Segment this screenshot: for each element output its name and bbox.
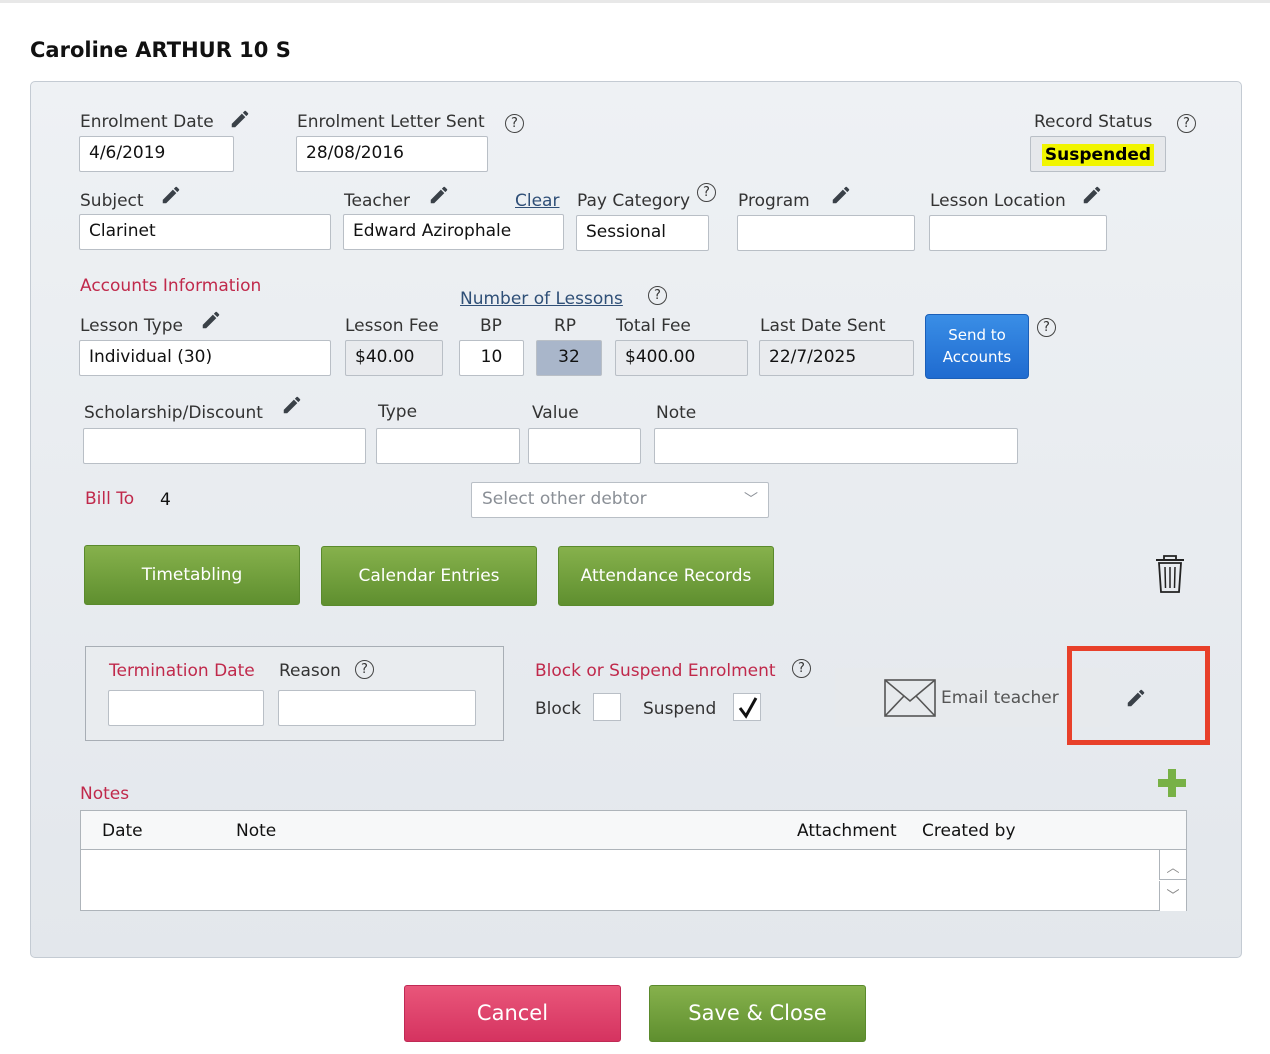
pencil-icon[interactable] [830,184,852,206]
discount-note-field[interactable] [654,428,1018,464]
pay-category-field[interactable]: Sessional [576,215,709,251]
termination-reason-field[interactable] [278,690,476,726]
send-to-accounts-button[interactable]: Send to Accounts [925,314,1029,379]
block-label: Block [535,699,581,719]
lesson-type-field[interactable]: Individual (30) [79,340,331,376]
help-icon[interactable]: ? [1037,318,1056,337]
notes-heading: Notes [80,784,130,804]
envelope-icon [884,679,936,717]
termination-date-label: Termination Date [109,661,255,681]
termination-date-field[interactable] [108,690,264,726]
lesson-type-label: Lesson Type [80,316,183,336]
lesson-location-field[interactable] [929,215,1107,251]
suspend-label: Suspend [643,699,717,719]
plus-icon[interactable] [1157,768,1187,798]
column-created-by[interactable]: Created by [922,821,1016,841]
rp-field: 32 [536,340,602,376]
notes-table: Date Note Attachment Created by ︿ ﹀ [80,810,1187,911]
cancel-button[interactable]: Cancel [404,985,621,1042]
attendance-records-button[interactable]: Attendance Records [558,546,774,606]
bill-to-label: Bill To [85,489,135,509]
discount-value-label: Value [532,403,579,423]
column-date[interactable]: Date [102,821,143,841]
column-attachment[interactable]: Attachment [797,821,897,841]
termination-reason-label: Reason [279,661,341,681]
number-of-lessons-link[interactable]: Number of Lessons [460,289,623,309]
lesson-fee-field: $40.00 [345,340,443,376]
send-to-accounts-line1: Send to [948,326,1006,344]
scholarship-discount-label: Scholarship/Discount [84,403,263,423]
last-date-sent-label: Last Date Sent [760,316,886,336]
accounts-information-heading: Accounts Information [80,276,262,296]
discount-value-field[interactable] [528,428,641,464]
scroll-up-button[interactable]: ︿ [1159,850,1186,880]
record-status-label: Record Status [1034,112,1153,132]
rp-label: RP [554,316,577,336]
teacher-field[interactable]: Edward Azirophale [343,214,564,250]
pencil-icon[interactable] [160,184,182,206]
timetabling-button[interactable]: Timetabling [84,545,300,605]
lesson-fee-label: Lesson Fee [345,316,439,336]
enrolment-date-label: Enrolment Date [80,112,214,132]
pencil-icon[interactable] [200,309,222,331]
subject-label: Subject [80,191,144,211]
pencil-icon[interactable] [229,108,251,130]
total-fee-field: $400.00 [615,340,748,376]
help-icon[interactable]: ? [792,659,811,678]
help-icon[interactable]: ? [1177,114,1196,133]
lesson-location-label: Lesson Location [930,191,1066,211]
trash-icon[interactable] [1154,554,1186,594]
discount-type-label: Type [378,402,418,422]
notes-table-header: Date Note Attachment Created by [81,811,1186,850]
calendar-entries-button[interactable]: Calendar Entries [321,546,537,606]
block-suspend-heading: Block or Suspend Enrolment [535,661,776,681]
pencil-icon[interactable] [281,394,303,416]
record-status-field[interactable]: Suspended [1030,136,1166,172]
help-icon[interactable]: ? [697,183,716,202]
program-label: Program [738,191,810,211]
scholarship-discount-field[interactable] [83,428,366,464]
save-and-close-button[interactable]: Save & Close [649,985,866,1042]
total-fee-label: Total Fee [616,316,691,336]
program-field[interactable] [737,215,915,251]
top-divider [0,0,1270,3]
last-date-sent-field: 22/7/2025 [759,340,914,376]
column-note[interactable]: Note [236,821,276,841]
bp-label: BP [480,316,502,336]
help-icon[interactable]: ? [648,286,667,305]
clear-teacher-link[interactable]: Clear [515,191,559,211]
pencil-icon[interactable] [428,184,450,206]
bp-field[interactable]: 10 [459,340,524,376]
chevron-down-icon: ﹀ [744,492,758,508]
pencil-icon[interactable] [1081,184,1103,206]
status-badge: Suspended [1041,144,1155,166]
bill-to-value: 4 [160,490,171,510]
discount-type-field[interactable] [376,428,520,464]
teacher-label: Teacher [344,191,410,211]
enrolment-date-field[interactable]: 4/6/2019 [79,136,234,172]
email-teacher-label: Email teacher [941,688,1059,708]
help-icon[interactable]: ? [355,660,374,679]
discount-note-label: Note [656,403,697,423]
other-debtor-select[interactable]: Select other debtor ﹀ [471,482,769,518]
subject-field[interactable]: Clarinet [79,214,331,250]
enrolment-letter-sent-field[interactable]: 28/08/2016 [296,136,488,172]
help-icon[interactable]: ? [505,114,524,133]
other-debtor-placeholder: Select other debtor [482,489,647,509]
send-to-accounts-line2: Accounts [942,348,1012,366]
chevron-down-icon: ﹀ [1166,889,1180,904]
scroll-down-button[interactable]: ﹀ [1159,881,1186,911]
page-title: Caroline ARTHUR 10 S [30,38,291,62]
pay-category-label: Pay Category [577,191,691,211]
chevron-up-icon: ︿ [1166,861,1180,876]
highlight-box [1067,646,1210,745]
enrolment-letter-sent-label: Enrolment Letter Sent [297,112,485,132]
block-checkbox[interactable] [593,693,621,721]
suspend-checkbox[interactable] [733,693,761,721]
checkmark-icon [738,697,758,719]
